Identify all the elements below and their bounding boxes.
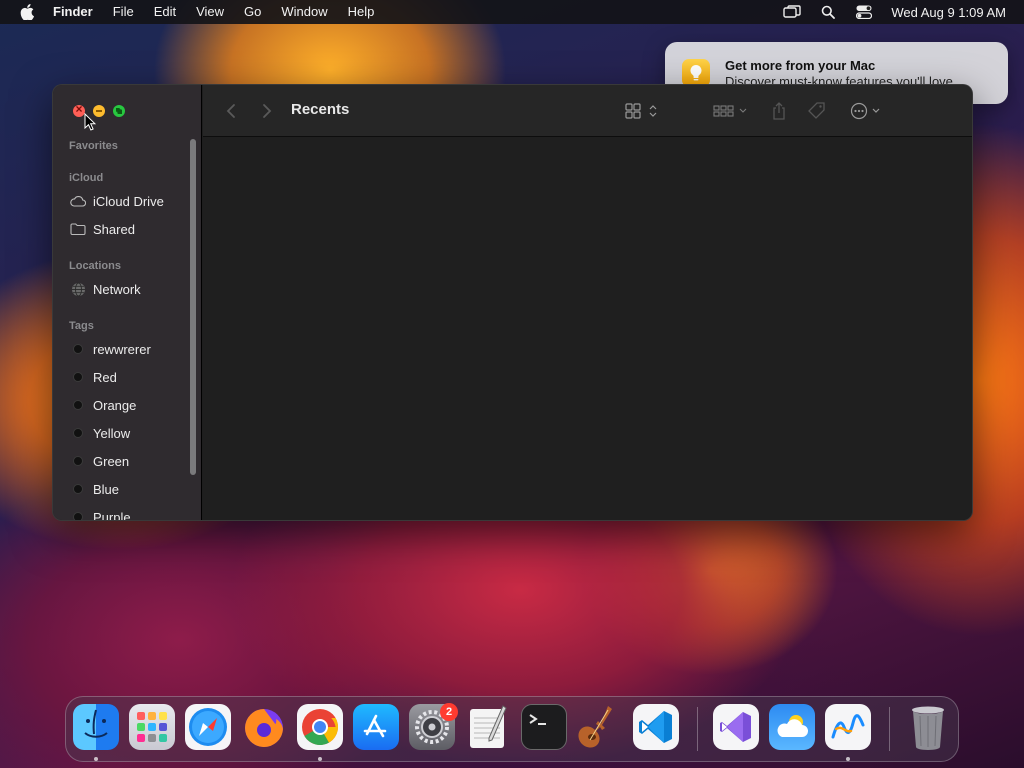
menu-bar: Finder File Edit View Go Window Help Wed… bbox=[0, 0, 1024, 24]
more-actions-icon[interactable] bbox=[849, 101, 887, 121]
chrome-icon[interactable] bbox=[297, 704, 343, 750]
launchpad-icon[interactable] bbox=[129, 704, 175, 750]
sidebar-tag-blue[interactable]: Blue bbox=[69, 478, 189, 500]
dock-separator bbox=[889, 707, 890, 751]
window-title: Recents bbox=[291, 101, 350, 118]
dock-separator bbox=[697, 707, 698, 751]
running-indicator bbox=[846, 757, 850, 761]
finder-window: Favorites iCloud iCloud Drive Shared Loc… bbox=[52, 84, 973, 521]
sidebar-item-label: Red bbox=[93, 369, 117, 385]
tag-dot-icon bbox=[73, 512, 83, 520]
menu-window[interactable]: Window bbox=[271, 0, 337, 24]
vscode-icon[interactable] bbox=[633, 704, 679, 750]
view-mode-icon[interactable] bbox=[624, 101, 662, 121]
menu-go[interactable]: Go bbox=[234, 0, 271, 24]
sidebar-item-shared[interactable]: Shared bbox=[69, 218, 189, 240]
spotlight-search-icon[interactable] bbox=[819, 3, 837, 21]
tag-dot-icon bbox=[73, 344, 83, 354]
trash-icon[interactable] bbox=[905, 704, 951, 750]
window-controls bbox=[73, 102, 125, 117]
finder-sidebar: Favorites iCloud iCloud Drive Shared Loc… bbox=[53, 85, 202, 520]
sidebar-item-label: Shared bbox=[93, 221, 135, 237]
sidebar-item-label: Blue bbox=[93, 481, 120, 497]
visual-studio-icon[interactable] bbox=[713, 704, 759, 750]
back-icon[interactable] bbox=[221, 101, 241, 121]
finder-icon[interactable] bbox=[73, 704, 119, 750]
menubar-clock[interactable]: Wed Aug 9 1:09 AM bbox=[891, 5, 1006, 20]
app-store-icon[interactable] bbox=[353, 704, 399, 750]
sidebar-section-locations: Locations bbox=[69, 260, 121, 272]
sidebar-section-tags: Tags bbox=[69, 320, 94, 332]
weather-icon[interactable] bbox=[769, 704, 815, 750]
cloud-icon bbox=[69, 193, 87, 209]
sidebar-section-favorites: Favorites bbox=[69, 140, 118, 152]
sidebar-section-icloud: iCloud bbox=[69, 172, 104, 184]
textedit-icon[interactable] bbox=[465, 704, 511, 750]
zoom-window-button[interactable] bbox=[113, 105, 125, 117]
mouse-pointer-icon bbox=[84, 113, 96, 131]
control-center-icon[interactable] bbox=[855, 3, 873, 21]
tag-dot-icon bbox=[73, 484, 83, 494]
sidebar-item-network[interactable]: Network bbox=[69, 278, 189, 300]
firefox-icon[interactable] bbox=[241, 704, 287, 750]
sidebar-tag-red[interactable]: Red bbox=[69, 366, 189, 388]
sidebar-item-label: Network bbox=[93, 281, 141, 297]
sidebar-tag-orange[interactable]: Orange bbox=[69, 394, 189, 416]
sidebar-item-label: rewwrerer bbox=[93, 341, 151, 357]
notification-badge: 2 bbox=[440, 703, 458, 721]
sidebar-tag-rewwrerer[interactable]: rewwrerer bbox=[69, 338, 189, 360]
menu-view[interactable]: View bbox=[186, 0, 234, 24]
finder-toolbar: Recents bbox=[203, 85, 972, 137]
tips-lightbulb-icon bbox=[682, 59, 710, 87]
network-globe-icon bbox=[69, 281, 87, 297]
garageband-icon[interactable] bbox=[577, 704, 623, 750]
terminal-icon[interactable] bbox=[521, 704, 567, 750]
tag-dot-icon bbox=[73, 428, 83, 438]
sidebar-item-icloud-drive[interactable]: iCloud Drive bbox=[69, 190, 189, 212]
sidebar-tag-purple[interactable]: Purple bbox=[69, 506, 189, 521]
apple-menu-icon[interactable] bbox=[17, 2, 37, 22]
freeform-icon[interactable] bbox=[825, 704, 871, 750]
sidebar-item-label: Orange bbox=[93, 397, 137, 413]
shared-folder-icon bbox=[69, 221, 87, 237]
sidebar-tag-green[interactable]: Green bbox=[69, 450, 189, 472]
menu-edit[interactable]: Edit bbox=[144, 0, 186, 24]
share-icon[interactable] bbox=[769, 101, 789, 121]
menu-file[interactable]: File bbox=[103, 0, 144, 24]
menu-help[interactable]: Help bbox=[338, 0, 385, 24]
finder-content-area[interactable] bbox=[203, 137, 972, 520]
sidebar-item-label: Purple bbox=[93, 509, 131, 521]
sidebar-item-label: Yellow bbox=[93, 425, 131, 441]
screen-mirroring-icon[interactable] bbox=[783, 3, 802, 21]
menu-app-finder[interactable]: Finder bbox=[47, 0, 103, 24]
notification-title: Get more from your Mac bbox=[725, 57, 876, 73]
sidebar-item-label: iCloud Drive bbox=[93, 193, 164, 209]
running-indicator bbox=[94, 757, 98, 761]
tag-dot-icon bbox=[73, 456, 83, 466]
sidebar-scrollbar[interactable] bbox=[190, 139, 196, 475]
tag-dot-icon bbox=[73, 372, 83, 382]
group-icon[interactable] bbox=[712, 101, 750, 121]
dock bbox=[65, 696, 959, 762]
safari-icon[interactable] bbox=[185, 704, 231, 750]
sidebar-tag-yellow[interactable]: Yellow bbox=[69, 422, 189, 444]
forward-icon[interactable] bbox=[257, 101, 277, 121]
tag-icon[interactable] bbox=[807, 101, 827, 121]
tag-dot-icon bbox=[73, 400, 83, 410]
running-indicator bbox=[318, 757, 322, 761]
sidebar-item-label: Green bbox=[93, 453, 130, 469]
